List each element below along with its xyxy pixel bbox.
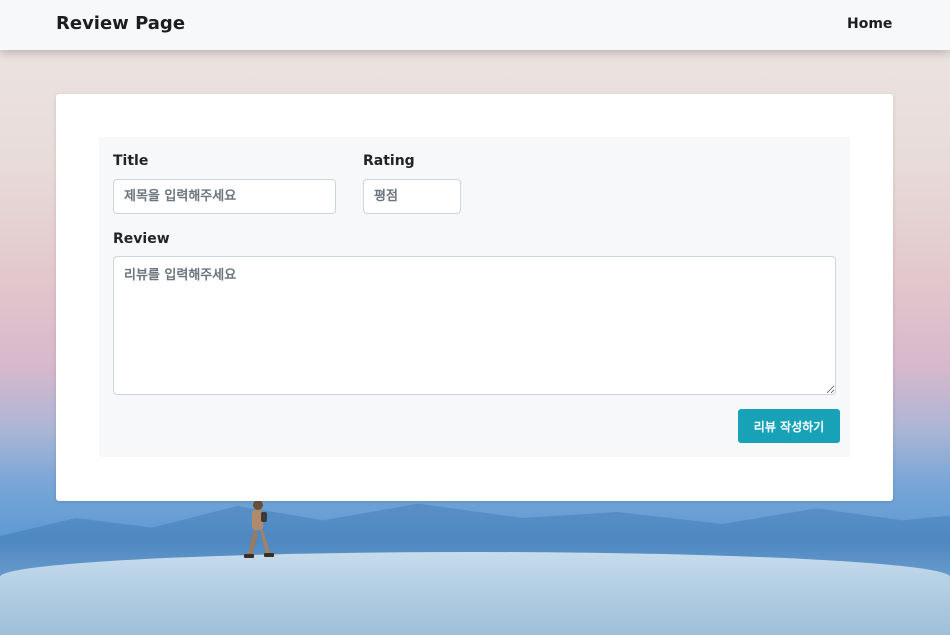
title-label: Title [113, 153, 149, 169]
review-textarea[interactable] [113, 256, 836, 395]
background-ground [0, 552, 950, 635]
navbar: Review Page Home [0, 0, 950, 50]
review-card: Title Rating Review 리뷰 작성하기 [56, 94, 893, 501]
title-input[interactable] [113, 179, 336, 214]
nav-home-link[interactable]: Home [847, 16, 892, 32]
brand-title[interactable]: Review Page [56, 13, 185, 34]
review-label: Review [113, 231, 170, 247]
rating-label: Rating [363, 153, 415, 169]
submit-review-button[interactable]: 리뷰 작성하기 [738, 409, 840, 443]
rating-input[interactable] [363, 179, 461, 214]
review-form: Title Rating Review 리뷰 작성하기 [99, 137, 850, 457]
hiker-figure [244, 500, 274, 558]
